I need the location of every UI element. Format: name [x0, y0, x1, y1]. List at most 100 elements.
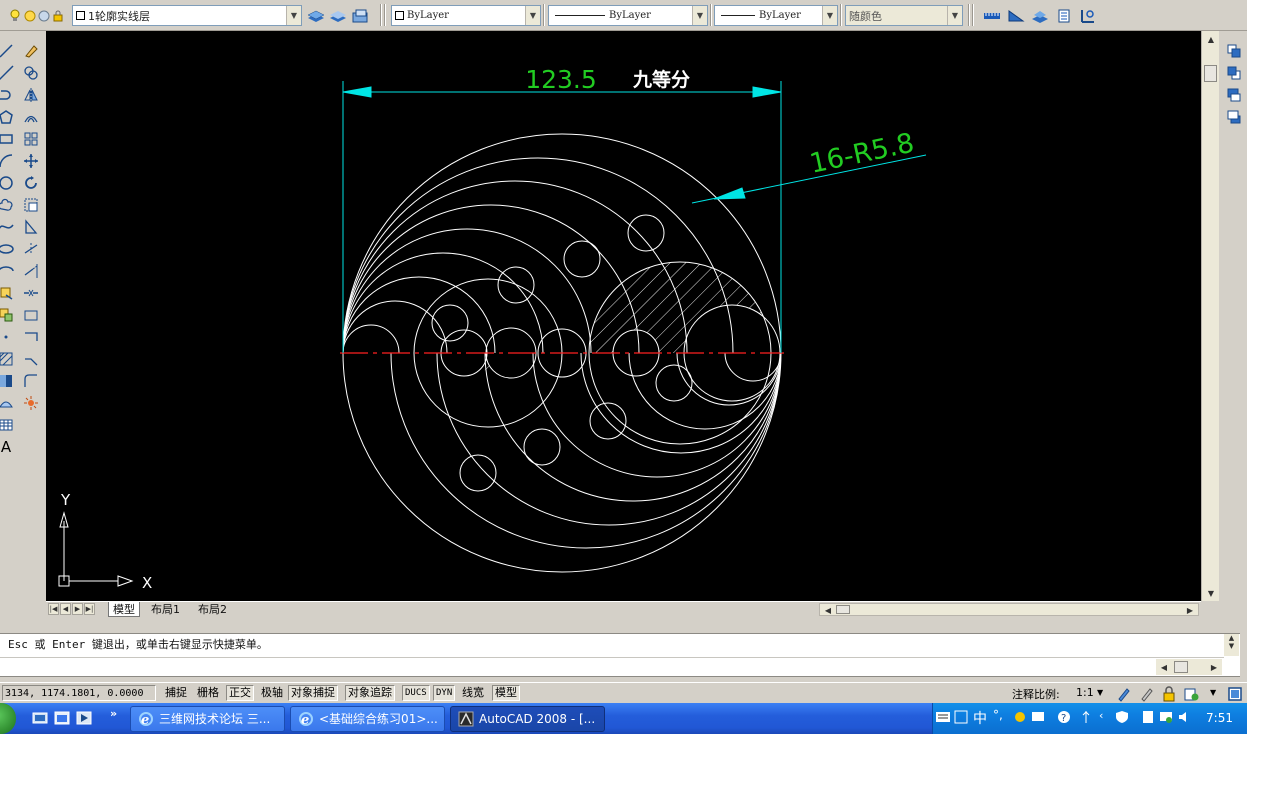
prev-tab-icon[interactable]: ◀ — [60, 603, 71, 615]
quicklaunch-overflow-icon[interactable]: » — [110, 707, 117, 720]
lineweight-combo[interactable]: ByLayer ▼ — [714, 5, 838, 26]
auto-scale-icon[interactable] — [1138, 684, 1155, 703]
chevron-down-icon[interactable]: ▼ — [1097, 688, 1103, 697]
rotate-icon[interactable] — [21, 172, 41, 194]
osnap-toggle[interactable]: 对象捕捉 — [288, 685, 338, 701]
cmd-scroll-thumb[interactable] — [1174, 661, 1188, 673]
break-icon[interactable] — [21, 304, 41, 326]
scroll-down-icon[interactable]: ▼ — [1203, 585, 1219, 601]
dyn-toggle[interactable]: DYN — [433, 685, 456, 701]
linetype-combo[interactable]: ByLayer ▼ — [548, 5, 708, 26]
clean-screen-icon[interactable] — [1226, 684, 1243, 703]
ellipse-arc-icon[interactable] — [0, 260, 16, 282]
circle-icon[interactable] — [0, 172, 16, 194]
layer-previous-icon[interactable] — [349, 6, 371, 25]
show-desktop-icon[interactable] — [32, 710, 48, 726]
chevron-down-icon[interactable]: ▼ — [286, 6, 301, 25]
drawing-area[interactable]: 123.5 九等分 16-R5.8 Y X — [46, 31, 1201, 601]
offset-icon[interactable] — [21, 106, 41, 128]
first-tab-icon[interactable]: |◀ — [48, 603, 59, 615]
scroll-left-icon[interactable]: ◀ — [820, 602, 836, 618]
spline-icon[interactable] — [0, 216, 16, 238]
ellipse-icon[interactable] — [0, 238, 16, 260]
scale-icon[interactable] — [21, 194, 41, 216]
scroll-thumb[interactable] — [1204, 65, 1217, 82]
region-mass-icon[interactable] — [1028, 6, 1052, 25]
scroll-right-icon[interactable]: ▶ — [1206, 659, 1222, 675]
grid-toggle[interactable]: 栅格 — [194, 685, 222, 701]
layer-combo[interactable]: 1轮廓实线层 ▼ — [72, 5, 302, 26]
bring-above-icon[interactable] — [1221, 84, 1247, 106]
model-toggle[interactable]: 模型 — [492, 685, 520, 701]
gradient-icon[interactable] — [0, 370, 16, 392]
color-combo[interactable]: ByLayer ▼ — [391, 5, 541, 26]
make-block-icon[interactable] — [0, 304, 16, 326]
tray-arrow-icon[interactable]: ‹ — [1099, 709, 1103, 722]
keyboard-icon[interactable] — [936, 710, 950, 724]
messenger-icon[interactable] — [1031, 710, 1045, 724]
scroll-up-icon[interactable]: ▲ — [1203, 31, 1219, 47]
lock-icon[interactable] — [1160, 684, 1177, 703]
table-icon[interactable] — [0, 414, 16, 436]
chevron-down-icon[interactable]: ▼ — [1210, 688, 1216, 697]
command-hscrollbar[interactable]: ◀ ▶ — [1156, 659, 1222, 675]
lock-icon[interactable] — [51, 6, 65, 25]
fillet-icon[interactable] — [21, 370, 41, 392]
id-point-icon[interactable] — [1076, 6, 1100, 25]
start-button[interactable] — [0, 703, 16, 734]
tab-model[interactable]: 模型 — [108, 602, 140, 617]
make-current-layer-icon[interactable] — [327, 6, 349, 25]
ducs-toggle[interactable]: DUCS — [402, 685, 430, 701]
plotstyle-combo[interactable]: 随颜色 ▼ — [845, 5, 963, 26]
bring-to-front-icon[interactable] — [1221, 40, 1247, 62]
chevron-down-icon[interactable]: ▼ — [525, 6, 540, 25]
command-scrollbar[interactable]: ▲ ▼ — [1224, 634, 1239, 656]
break-at-point-icon[interactable] — [21, 282, 41, 304]
distance-icon[interactable] — [980, 6, 1004, 25]
region-icon[interactable] — [0, 392, 16, 414]
trim-icon[interactable] — [21, 238, 41, 260]
polygon-icon[interactable] — [0, 106, 16, 128]
erase-icon[interactable] — [21, 40, 41, 62]
tray-settings-icon[interactable] — [1182, 684, 1199, 703]
next-tab-icon[interactable]: ▶ — [72, 603, 83, 615]
device-icon[interactable] — [1141, 710, 1155, 724]
extend-icon[interactable] — [21, 260, 41, 282]
polar-toggle[interactable]: 极轴 — [258, 685, 286, 701]
construction-line-icon[interactable] — [0, 62, 16, 84]
insert-block-icon[interactable] — [0, 282, 16, 304]
taskbar-item-forum[interactable]: e 三维网技术论坛 三... — [130, 706, 285, 732]
command-window[interactable]: Esc 或 Enter 键退出，或单击右键显示快捷菜单。 ▲ ▼ ◀ ▶ — [0, 633, 1240, 677]
point-icon[interactable] — [0, 326, 16, 348]
otrack-toggle[interactable]: 对象追踪 — [345, 685, 395, 701]
explorer-icon[interactable] — [54, 710, 70, 726]
usb-icon[interactable] — [1079, 710, 1093, 724]
mirror-icon[interactable] — [21, 84, 41, 106]
array-icon[interactable] — [21, 128, 41, 150]
sun-icon[interactable] — [23, 6, 37, 25]
snap-toggle[interactable]: 捕捉 — [162, 685, 190, 701]
shield-icon[interactable] — [1115, 710, 1129, 724]
scroll-left-icon[interactable]: ◀ — [1156, 659, 1172, 675]
move-icon[interactable] — [21, 150, 41, 172]
taskbar-item-exercise[interactable]: e <基础综合练习01>... — [290, 706, 445, 732]
chevron-down-icon[interactable]: ▼ — [692, 6, 707, 25]
layer-properties-icon[interactable] — [305, 6, 327, 25]
scroll-right-icon[interactable]: ▶ — [1182, 602, 1198, 618]
join-icon[interactable] — [21, 326, 41, 348]
media-icon[interactable] — [76, 710, 92, 726]
copy-icon[interactable] — [21, 62, 41, 84]
chevron-down-icon[interactable]: ▼ — [947, 6, 962, 25]
ime-icon[interactable] — [954, 710, 968, 724]
chevron-down-icon[interactable]: ▼ — [822, 6, 837, 25]
ortho-toggle[interactable]: 正交 — [226, 685, 254, 701]
bulb-icon[interactable] — [6, 6, 23, 25]
last-tab-icon[interactable]: ▶| — [84, 603, 95, 615]
help-icon[interactable]: ? — [1057, 710, 1071, 724]
arc-icon[interactable] — [0, 150, 16, 172]
display-icon[interactable] — [1159, 710, 1173, 724]
vertical-scrollbar[interactable]: ▲ ▼ — [1201, 31, 1219, 601]
tab-layout1[interactable]: 布局1 — [147, 602, 184, 617]
annotation-visibility-icon[interactable] — [1115, 684, 1132, 703]
list-icon[interactable] — [1052, 6, 1076, 25]
